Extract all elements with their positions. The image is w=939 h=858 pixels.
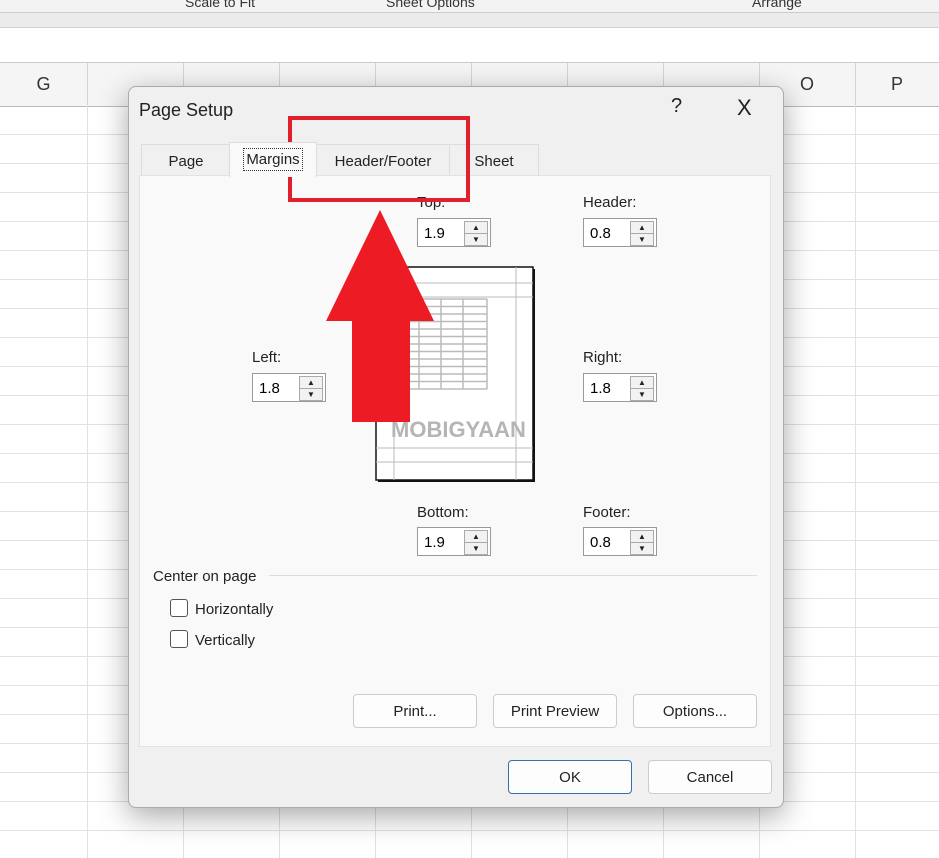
footer-label: Footer:: [583, 504, 631, 521]
ribbon-group-arrange: Arrange: [752, 0, 802, 10]
print-preview-button[interactable]: Print Preview: [493, 694, 617, 728]
ribbon-group-scale-to-fit: Scale to Fit: [185, 0, 256, 10]
footer-input[interactable]: [588, 529, 636, 556]
dialog-title: Page Setup: [139, 100, 234, 120]
vertically-label[interactable]: Vertically: [195, 632, 255, 649]
center-on-page-label: Center on page: [153, 568, 257, 585]
right-input[interactable]: [588, 375, 636, 402]
bottom-spinner[interactable]: ▲▼: [417, 527, 491, 556]
column-label: P: [890, 74, 903, 94]
tab-label: Page: [168, 153, 204, 170]
tab-page[interactable]: Page: [141, 144, 231, 176]
header-input[interactable]: [588, 220, 636, 247]
column-label: G: [36, 74, 51, 94]
cancel-button[interactable]: Cancel: [648, 760, 772, 794]
right-label: Right:: [583, 349, 623, 366]
header-spinner[interactable]: ▲▼: [583, 218, 657, 247]
down-arrow-icon[interactable]: ▼: [630, 388, 654, 401]
down-arrow-icon[interactable]: ▼: [630, 542, 654, 555]
vertically-checkbox[interactable]: [170, 630, 188, 648]
options-button[interactable]: Options...: [633, 694, 757, 728]
bottom-input[interactable]: [422, 529, 470, 556]
red-arrow-icon: [326, 210, 434, 422]
left-input[interactable]: [257, 375, 305, 402]
down-arrow-icon[interactable]: ▼: [630, 233, 654, 246]
column-p[interactable]: P: [855, 63, 939, 106]
horizontally-checkbox[interactable]: [170, 599, 188, 617]
left-label: Left:: [252, 349, 282, 366]
help-button[interactable]: ?: [671, 95, 682, 118]
ribbon-bottom-bar: [0, 13, 939, 28]
tab-label: Sheet: [474, 153, 514, 170]
ribbon-group-sheet-options: Sheet Options: [386, 0, 475, 10]
tab-label: Margins: [243, 148, 303, 171]
down-arrow-icon[interactable]: ▼: [464, 233, 488, 246]
header-label: Header:: [583, 194, 637, 211]
bottom-label: Bottom:: [417, 504, 469, 521]
divider: [269, 575, 757, 576]
column-g[interactable]: G: [0, 63, 88, 106]
horizontally-label[interactable]: Horizontally: [195, 601, 273, 618]
right-spinner[interactable]: ▲▼: [583, 373, 657, 402]
left-spinner[interactable]: ▲▼: [252, 373, 326, 402]
column-label: O: [799, 74, 814, 94]
ribbon: Scale to Fit Sheet Options Arrange: [0, 0, 939, 13]
footer-spinner[interactable]: ▲▼: [583, 527, 657, 556]
tab-margins[interactable]: Margins: [229, 142, 317, 177]
grid-line: [0, 830, 939, 831]
down-arrow-icon[interactable]: ▼: [464, 542, 488, 555]
ok-button[interactable]: OK: [508, 760, 632, 794]
print-button[interactable]: Print...: [353, 694, 477, 728]
close-button[interactable]: X: [737, 95, 752, 121]
